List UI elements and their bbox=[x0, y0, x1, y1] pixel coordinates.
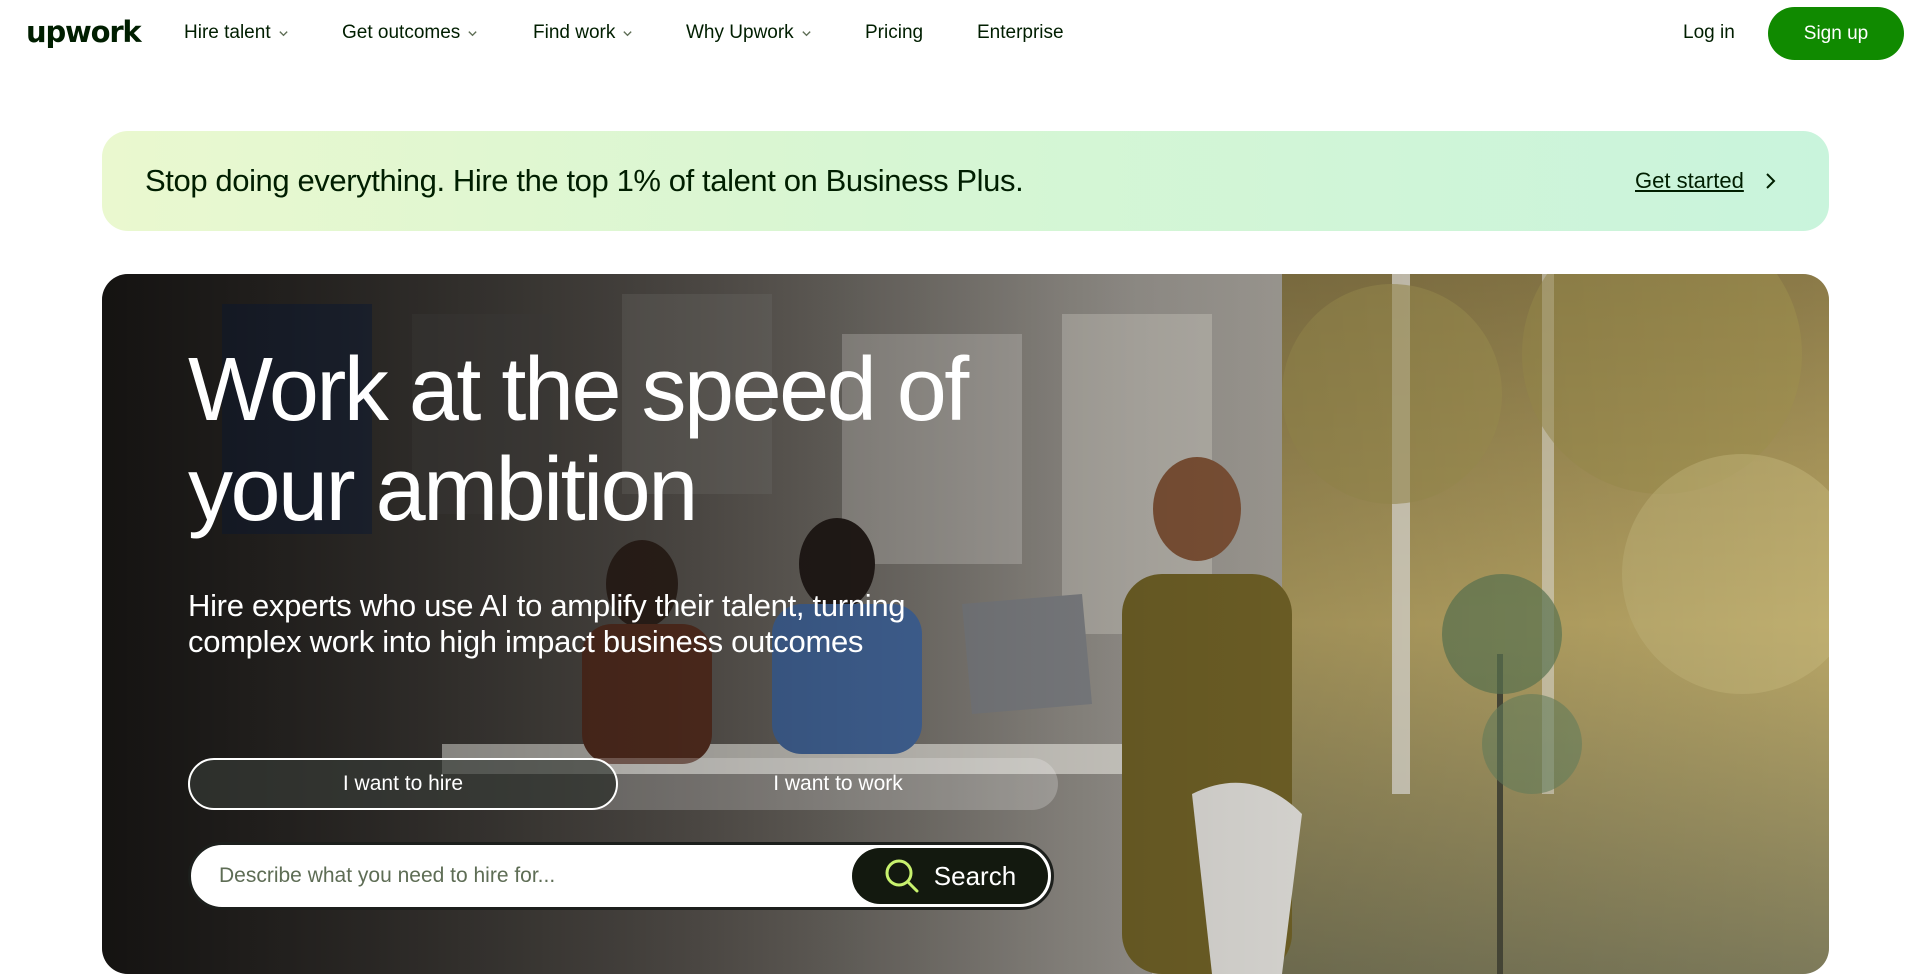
hero-subtitle-line2: complex work into high impact business o… bbox=[188, 624, 864, 659]
search-button-label: Search bbox=[933, 860, 1017, 891]
chevron-right-icon[interactable] bbox=[1762, 169, 1778, 193]
signup-button[interactable]: Sign up bbox=[1768, 7, 1904, 60]
site-header: upwork Hire talent Get outcomes Find wor… bbox=[0, 0, 1920, 66]
chevron-down-icon bbox=[278, 30, 288, 36]
nav-get-outcomes[interactable]: Get outcomes bbox=[342, 22, 478, 44]
get-started-link[interactable]: Get started bbox=[1635, 168, 1744, 194]
nav-label: Why Upwork bbox=[686, 22, 794, 43]
search-input[interactable] bbox=[219, 845, 839, 907]
hero-subtitle-line1: Hire experts who use AI to amplify their… bbox=[188, 588, 906, 623]
nav-pricing[interactable]: Pricing bbox=[865, 22, 923, 44]
hero-title-line1: Work at the speed of bbox=[188, 340, 969, 440]
search-button[interactable]: Search bbox=[852, 848, 1048, 904]
chevron-down-icon bbox=[802, 30, 811, 36]
nav-label: Hire talent bbox=[184, 22, 271, 43]
nav-label: Find work bbox=[533, 22, 616, 43]
nav-find-work[interactable]: Find work bbox=[533, 22, 633, 44]
promo-text: Stop doing everything. Hire the top 1% o… bbox=[145, 163, 1024, 198]
business-plus-banner: Stop doing everything. Hire the top 1% o… bbox=[102, 131, 1829, 231]
upwork-logo[interactable]: upwork bbox=[26, 15, 142, 49]
hero-subtitle: Hire experts who use AI to amplify their… bbox=[188, 588, 1068, 660]
hire-work-toggle: I want to hire I want to work bbox=[188, 758, 1058, 810]
nav-label: Pricing bbox=[865, 22, 924, 43]
chevron-down-icon bbox=[623, 30, 633, 36]
nav-enterprise[interactable]: Enterprise bbox=[977, 22, 1064, 44]
nav-hire-talent[interactable]: Hire talent bbox=[184, 22, 289, 44]
toggle-hire-option[interactable]: I want to hire bbox=[188, 758, 618, 810]
hero-section: Work at the speed of your ambition Hire … bbox=[102, 274, 1829, 974]
login-link[interactable]: Log in bbox=[1683, 22, 1735, 44]
hire-search-box: Search bbox=[188, 842, 1054, 910]
nav-label: Get outcomes bbox=[342, 22, 461, 43]
search-icon bbox=[885, 859, 919, 893]
toggle-work-option[interactable]: I want to work bbox=[618, 758, 1058, 810]
nav-label: Enterprise bbox=[977, 22, 1064, 43]
hero-title: Work at the speed of your ambition bbox=[188, 340, 1188, 540]
chevron-down-icon bbox=[468, 30, 477, 36]
hero-title-line2: your ambition bbox=[188, 440, 698, 540]
nav-why-upwork[interactable]: Why Upwork bbox=[686, 22, 812, 44]
